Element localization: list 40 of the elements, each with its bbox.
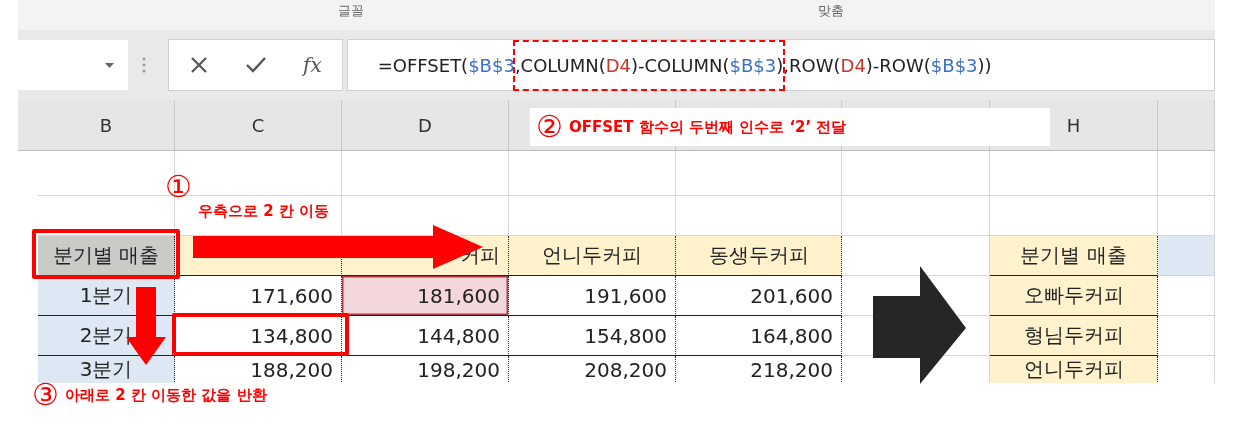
step-number: ③	[32, 380, 59, 410]
ribbon-group-label: 글꼴	[338, 2, 364, 20]
annotation-text: OFFSET 함수의 두번째 인수로 ‘2’ 전달	[569, 117, 847, 137]
table-cell: 분기별 매출	[38, 236, 175, 276]
table-cell: 181,600	[342, 276, 509, 316]
formula-field[interactable]: =OFFSET($B$3,COLUMN(D4)-COLUMN($B$3),ROW(D4)-ROW($B$3))	[346, 39, 1215, 91]
table-cell: 208,200	[509, 356, 676, 383]
table-cell: 언니두커피	[990, 356, 1158, 383]
table-cell: 동생두커피	[676, 236, 842, 276]
table-cell	[1158, 276, 1215, 316]
grip-icon	[142, 57, 146, 73]
table-cell: 188,200	[175, 356, 342, 383]
cancel-icon[interactable]	[189, 55, 209, 75]
annotation-text: 우측으로 2 칸 이동	[198, 202, 330, 221]
table-cell: 164,800	[676, 316, 842, 356]
step-number: ①	[165, 172, 192, 202]
table-cell: 분기별 매출	[990, 236, 1158, 276]
table-cell: 3분기	[38, 356, 175, 383]
table-cell: 198,200	[342, 356, 509, 383]
table-cell: 218,200	[676, 356, 842, 383]
insert-function-button[interactable]: fx	[303, 53, 322, 77]
table-cell: 144,800	[342, 316, 509, 356]
table-cell	[1158, 236, 1215, 276]
column-header[interactable]: B	[38, 100, 175, 150]
table-cell: 오빠두커피	[990, 276, 1158, 316]
column-header[interactable]: D	[342, 100, 509, 150]
step-number: ②	[536, 112, 563, 142]
table-cell: 201,600	[676, 276, 842, 316]
annotation-text: 아래로 2 칸 이동한 값을 반환	[65, 385, 267, 405]
table-cell: 191,600	[509, 276, 676, 316]
table-cell: 154,800	[509, 316, 676, 356]
ribbon-group-label: 맞춤	[818, 2, 844, 20]
table-cell	[1158, 316, 1215, 356]
table-cell: 134,800	[175, 316, 342, 356]
table-cell	[1158, 151, 1215, 196]
check-icon[interactable]	[245, 56, 267, 74]
table-cell: 형님두커피	[990, 316, 1158, 356]
caret-icon	[105, 62, 114, 68]
column-header[interactable]: C	[175, 100, 342, 150]
table-cell: 언니두커피	[509, 236, 676, 276]
